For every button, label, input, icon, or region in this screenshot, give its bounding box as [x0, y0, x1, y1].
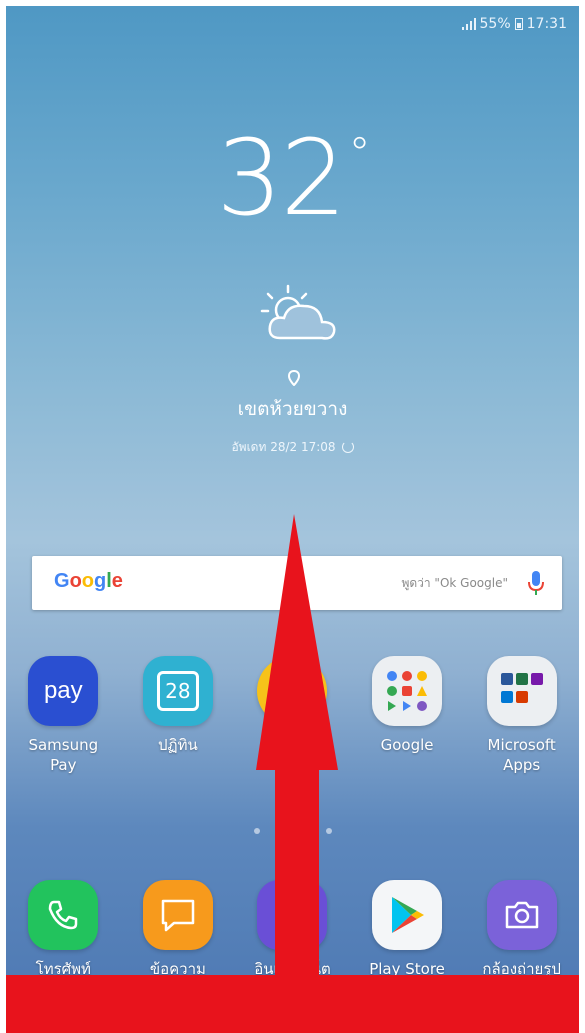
app-calendar[interactable]: 28 ปฏิทิน [121, 656, 236, 775]
dock: โทรศัพท์ ข้อความ อินเทอร์เน็ต Play Store… [6, 880, 579, 980]
microphone-icon[interactable] [528, 570, 544, 596]
play-store-icon [372, 880, 443, 950]
temperature-value: 32 [216, 117, 346, 239]
microsoft-folder-icon [486, 656, 557, 726]
app-label: ธีร์ [283, 736, 302, 754]
status-bar: 55% 17:31 [461, 16, 567, 32]
phone-handset-icon [49, 900, 78, 930]
calendar-date: 28 [156, 671, 199, 711]
yellow-app-icon [257, 656, 328, 726]
page-dot [289, 828, 296, 834]
camera-lens-icon [505, 901, 538, 929]
samsung-pay-icon-text: pay [43, 677, 83, 704]
phone-icon [28, 880, 99, 950]
google-apps-grid-icon [387, 671, 428, 711]
app-messages[interactable]: ข้อความ [121, 880, 236, 980]
signal-icon [461, 18, 476, 30]
partly-cloudy-icon[interactable] [250, 280, 350, 348]
weather-temperature[interactable]: 32° [6, 126, 579, 230]
app-internet[interactable]: อินเทอร์เน็ต [235, 880, 350, 980]
google-search-bar[interactable]: Google พูดว่า "Ok Google" [32, 556, 562, 610]
microsoft-apps-grid-icon [500, 673, 543, 703]
weather-updated[interactable]: อัพเดท 28/2 17:08 [6, 438, 579, 457]
refresh-icon[interactable] [341, 441, 354, 453]
camera-icon [486, 880, 557, 950]
planet-icon [275, 903, 310, 927]
messages-icon [142, 880, 213, 950]
app-label: Microsoft Apps [487, 736, 556, 774]
weather-updated-text: อัพเดท 28/2 17:08 [231, 440, 336, 454]
app-play-store[interactable]: Play Store [350, 880, 465, 980]
screenshot-frame: 55% 17:31 32° เขตห้วยขวาง อัพเดท 28/2 17… [0, 0, 585, 1033]
google-folder-icon [372, 656, 443, 726]
app-samsung-pay[interactable]: pay Samsung Pay [6, 656, 121, 775]
google-logo: Google [54, 570, 123, 592]
app-google-folder[interactable]: Google [350, 656, 465, 775]
app-label: Google [380, 736, 434, 754]
app-camera[interactable]: กล้องถ่ายรูป [464, 880, 579, 980]
location-pin-icon [288, 370, 300, 386]
degree-symbol: ° [348, 128, 371, 179]
battery-icon [514, 18, 523, 30]
app-yellow[interactable]: ธีร์ [235, 656, 350, 775]
calendar-icon: 28 [142, 656, 213, 726]
play-triangle-icon [392, 897, 425, 933]
page-dot [325, 828, 332, 834]
page-dot [253, 828, 260, 834]
instruction-bar [6, 975, 579, 1033]
internet-icon [257, 880, 328, 950]
app-phone[interactable]: โทรศัพท์ [6, 880, 121, 980]
samsung-pay-icon: pay [28, 656, 99, 726]
app-label: Samsung Pay [28, 736, 99, 774]
message-bubble-icon [161, 899, 195, 932]
app-microsoft-folder[interactable]: Microsoft Apps [464, 656, 579, 775]
app-row-1: pay Samsung Pay 28 ปฏิทิน ธีร์ Google Mi… [6, 656, 579, 775]
search-hint: พูดว่า "Ok Google" [401, 576, 508, 590]
home-screen[interactable]: 55% 17:31 32° เขตห้วยขวาง อัพเดท 28/2 17… [6, 6, 579, 1033]
battery-percent: 55% [479, 16, 511, 32]
clock: 17:31 [526, 16, 567, 32]
weather-location[interactable]: เขตห้วยขวาง [6, 394, 579, 424]
app-label: ปฏิทิน [158, 736, 198, 754]
page-indicator [6, 828, 579, 834]
